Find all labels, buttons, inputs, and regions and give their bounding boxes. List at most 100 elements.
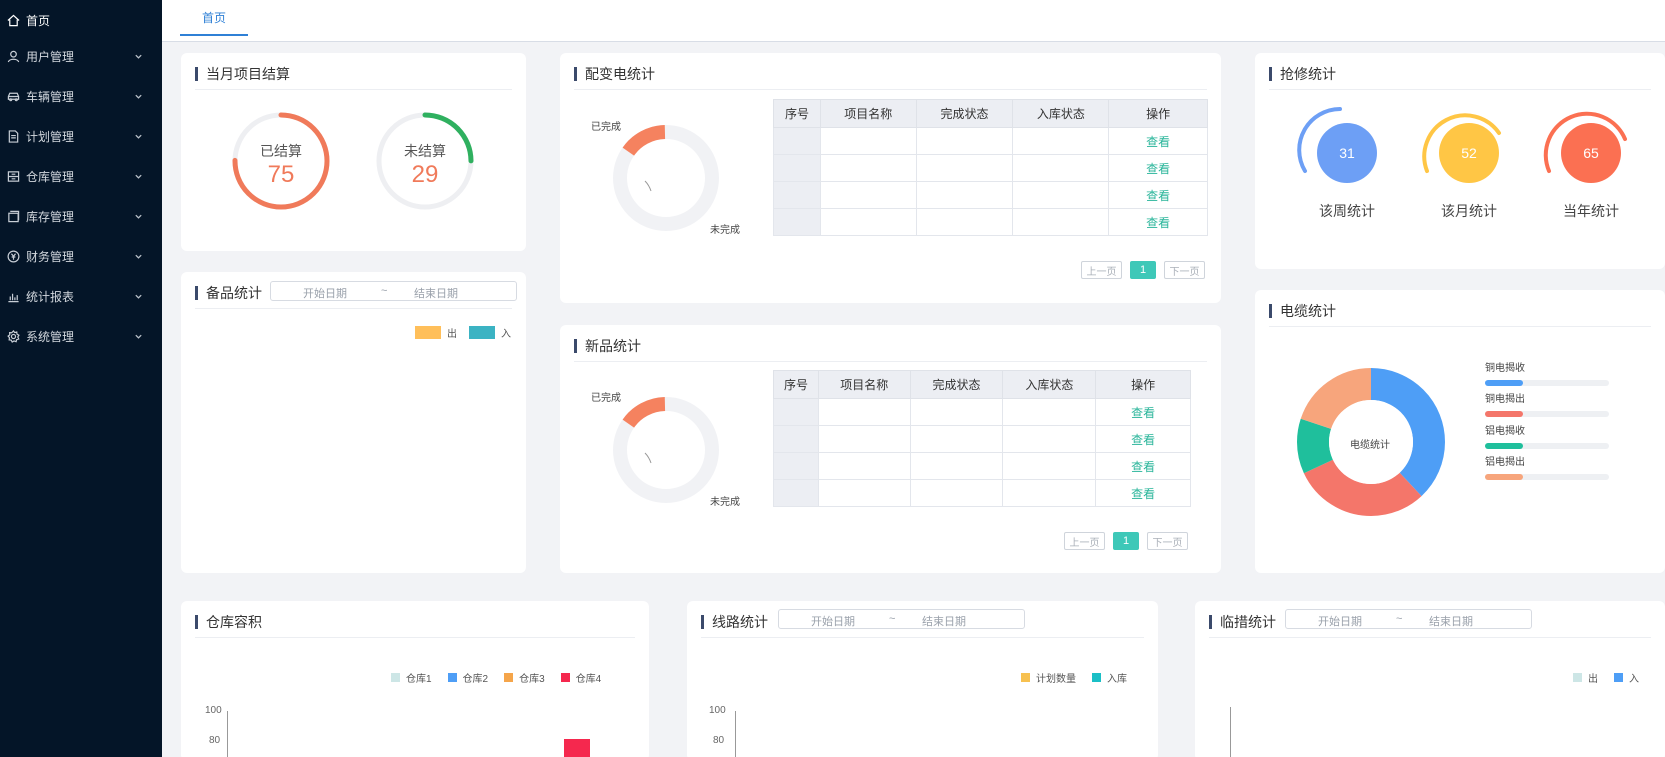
sidebar-item-system[interactable]: 系统管理: [0, 316, 162, 356]
undone-label: 未完成: [710, 497, 740, 508]
end-date-input[interactable]: 结束日期: [1429, 613, 1473, 629]
tab-home[interactable]: 首页: [180, 0, 248, 36]
sidebar-item-label: 系统管理: [26, 329, 75, 344]
next-page-button[interactable]: 下一页: [1147, 532, 1188, 550]
end-date-input[interactable]: 结束日期: [922, 613, 966, 629]
end-date-input[interactable]: 结束日期: [414, 285, 458, 301]
substation-table: 序号 项目名称 完成状态 入库状态 操作 查看 查看 查看 查看: [773, 99, 1208, 236]
settled-label: 已结算: [260, 143, 302, 159]
sidebar-item-plans[interactable]: 计划管理: [0, 116, 162, 156]
sidebar-item-finance[interactable]: 财务管理: [0, 236, 162, 276]
sidebar-item-label: 仓库管理: [26, 169, 75, 184]
view-link[interactable]: 查看: [1108, 181, 1208, 209]
warehouse-legend: 仓库1 仓库2 仓库3 仓库4: [391, 670, 601, 685]
pagination: 上一页 1 下一页: [1081, 261, 1205, 279]
newgoods-donut: [613, 397, 719, 503]
y-tick-label: 100: [205, 705, 222, 716]
done-label: 已完成: [591, 393, 621, 404]
legend-item[interactable]: 仓库4: [560, 670, 602, 685]
chevron-down-icon: [134, 50, 144, 60]
start-date-input[interactable]: 开始日期: [1318, 613, 1362, 629]
prev-page-button[interactable]: 上一页: [1064, 532, 1105, 550]
table-row: 查看: [773, 479, 1191, 507]
month-count: 52: [1439, 123, 1499, 183]
chevron-down-icon: [134, 250, 144, 260]
legend-item[interactable]: 入库: [1092, 670, 1127, 685]
view-link[interactable]: 查看: [1095, 398, 1191, 426]
date-separator: ~: [889, 613, 896, 625]
legend-item[interactable]: 仓库1: [391, 670, 432, 685]
table-row: 查看: [773, 208, 1208, 236]
view-link[interactable]: 查看: [1095, 425, 1191, 453]
legend-label: 仓库4: [575, 674, 602, 685]
divider: [1269, 89, 1651, 90]
legend-swatch: [469, 326, 495, 339]
view-link[interactable]: 查看: [1095, 479, 1191, 507]
start-date-input[interactable]: 开始日期: [303, 285, 347, 301]
y-tick-label: 80: [713, 735, 725, 746]
warehouse-card: 仓库容积 仓库1 仓库2 仓库3 仓库4 100 80: [181, 601, 649, 757]
donut-done-segment: [613, 125, 719, 231]
sidebar-item-label: 统计报表: [26, 289, 75, 304]
page-1-button[interactable]: 1: [1130, 261, 1156, 279]
view-link[interactable]: 查看: [1108, 154, 1208, 182]
card-title: 备品统计: [195, 284, 262, 302]
page-1-button[interactable]: 1: [1113, 532, 1139, 550]
date-range-picker[interactable]: 开始日期 ~ 结束日期: [270, 281, 517, 301]
column-header: 序号: [773, 99, 821, 128]
legend-swatch: [504, 673, 514, 682]
legend-label: 仓库2: [462, 674, 489, 685]
start-date-input[interactable]: 开始日期: [811, 613, 855, 629]
legend-item[interactable]: 出: [415, 325, 457, 340]
card-title: 新品统计: [574, 337, 641, 355]
legend-item[interactable]: 入: [1614, 670, 1639, 685]
divider: [574, 89, 1207, 90]
column-header: 操作: [1108, 99, 1208, 128]
y-axis: [227, 711, 228, 757]
sidebar-item-reports[interactable]: 统计报表: [0, 276, 162, 316]
home-icon: [6, 13, 20, 27]
done-label: 已完成: [591, 122, 621, 133]
next-page-button[interactable]: 下一页: [1164, 261, 1205, 279]
legend-label: 铝电揭出: [1485, 457, 1525, 468]
divider: [195, 89, 512, 90]
sidebar-item-label: 车辆管理: [26, 89, 75, 104]
y-tick-label: 100: [709, 705, 726, 716]
legend-item[interactable]: 仓库2: [447, 670, 489, 685]
legend-swatch: [1573, 673, 1582, 682]
table-row: 查看: [773, 127, 1208, 155]
line-card: 线路统计 开始日期 ~ 结束日期 计划数量 入库 100 80: [687, 601, 1158, 757]
line-legend: 计划数量 入库: [1021, 670, 1127, 685]
divider: [1269, 326, 1651, 327]
legend-bar: [1485, 411, 1609, 417]
sidebar-item-inventory[interactable]: 库存管理: [0, 196, 162, 236]
sidebar-item-vehicles[interactable]: 车辆管理: [0, 76, 162, 116]
legend-label: 入: [1629, 674, 1639, 685]
view-link[interactable]: 查看: [1095, 452, 1191, 480]
car-icon: [6, 89, 20, 103]
date-range-picker[interactable]: 开始日期 ~ 结束日期: [1285, 609, 1532, 629]
document-icon: [6, 129, 20, 143]
table-row: 查看: [773, 398, 1191, 426]
sidebar-item-label: 用户管理: [26, 49, 75, 64]
sidebar-item-users[interactable]: 用户管理: [0, 36, 162, 76]
date-range-picker[interactable]: 开始日期 ~ 结束日期: [778, 609, 1025, 629]
column-header: 项目名称: [817, 370, 911, 399]
legend-item[interactable]: 仓库3: [504, 670, 545, 685]
card-title: 抢修统计: [1269, 65, 1336, 83]
view-link[interactable]: 查看: [1108, 208, 1208, 236]
date-separator: ~: [1396, 613, 1403, 625]
legend-item[interactable]: 出: [1573, 670, 1598, 685]
sidebar-item-home[interactable]: 首页: [0, 0, 162, 40]
chevron-down-icon: [134, 210, 144, 220]
view-link[interactable]: 查看: [1108, 127, 1208, 155]
legend-swatch: [447, 673, 457, 682]
user-icon: [6, 49, 20, 63]
cable-card: 电缆统计 电缆统计 铜电揭收 铜电揭出 铝电揭收 铝电揭出: [1255, 290, 1665, 573]
inventory-icon: [6, 209, 20, 223]
legend-item[interactable]: 计划数量: [1021, 670, 1076, 685]
prev-page-button[interactable]: 上一页: [1081, 261, 1122, 279]
sidebar-item-warehouse[interactable]: 仓库管理: [0, 156, 162, 196]
divider: [1209, 637, 1651, 638]
legend-item[interactable]: 入: [469, 325, 511, 340]
